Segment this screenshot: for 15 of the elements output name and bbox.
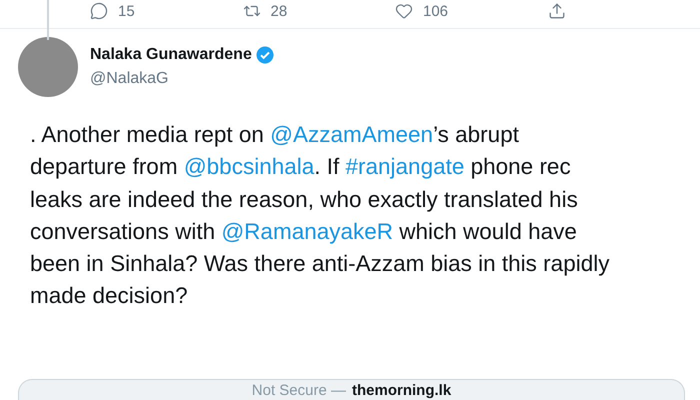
- tweet-text: . Another media rept on @AzzamAmeen’s abrupt departure from @bbcsinhala. If #ranjangate phone rec leaks are indeed the reason, who exactly translated his conversations with @RamanayakeR which would have been in Sinhala? Was there anti-Azzam bias in this rapidly made decision?: [30, 121, 610, 310]
- retweet-button[interactable]: 28: [242, 2, 395, 20]
- tweet-link[interactable]: @bbcsinhala: [184, 154, 314, 180]
- like-button[interactable]: 106: [395, 2, 548, 20]
- author-name[interactable]: Nalaka Gunawardene: [90, 46, 252, 64]
- tweet-link[interactable]: #ranjangate: [346, 154, 464, 180]
- heart-icon: [395, 2, 413, 20]
- tweet-link[interactable]: @AzzamAmeen: [270, 122, 434, 147]
- reply-button[interactable]: 15: [90, 2, 242, 20]
- author-handle[interactable]: @NalakaG: [90, 70, 274, 88]
- share-icon: [548, 2, 566, 20]
- tweet-link[interactable]: @RamanayakeR: [221, 218, 394, 244]
- link-card[interactable]: Not Secure — themorning.lk: [18, 379, 685, 400]
- speech-bubble-icon: [90, 2, 108, 20]
- thread-line: [47, 0, 49, 40]
